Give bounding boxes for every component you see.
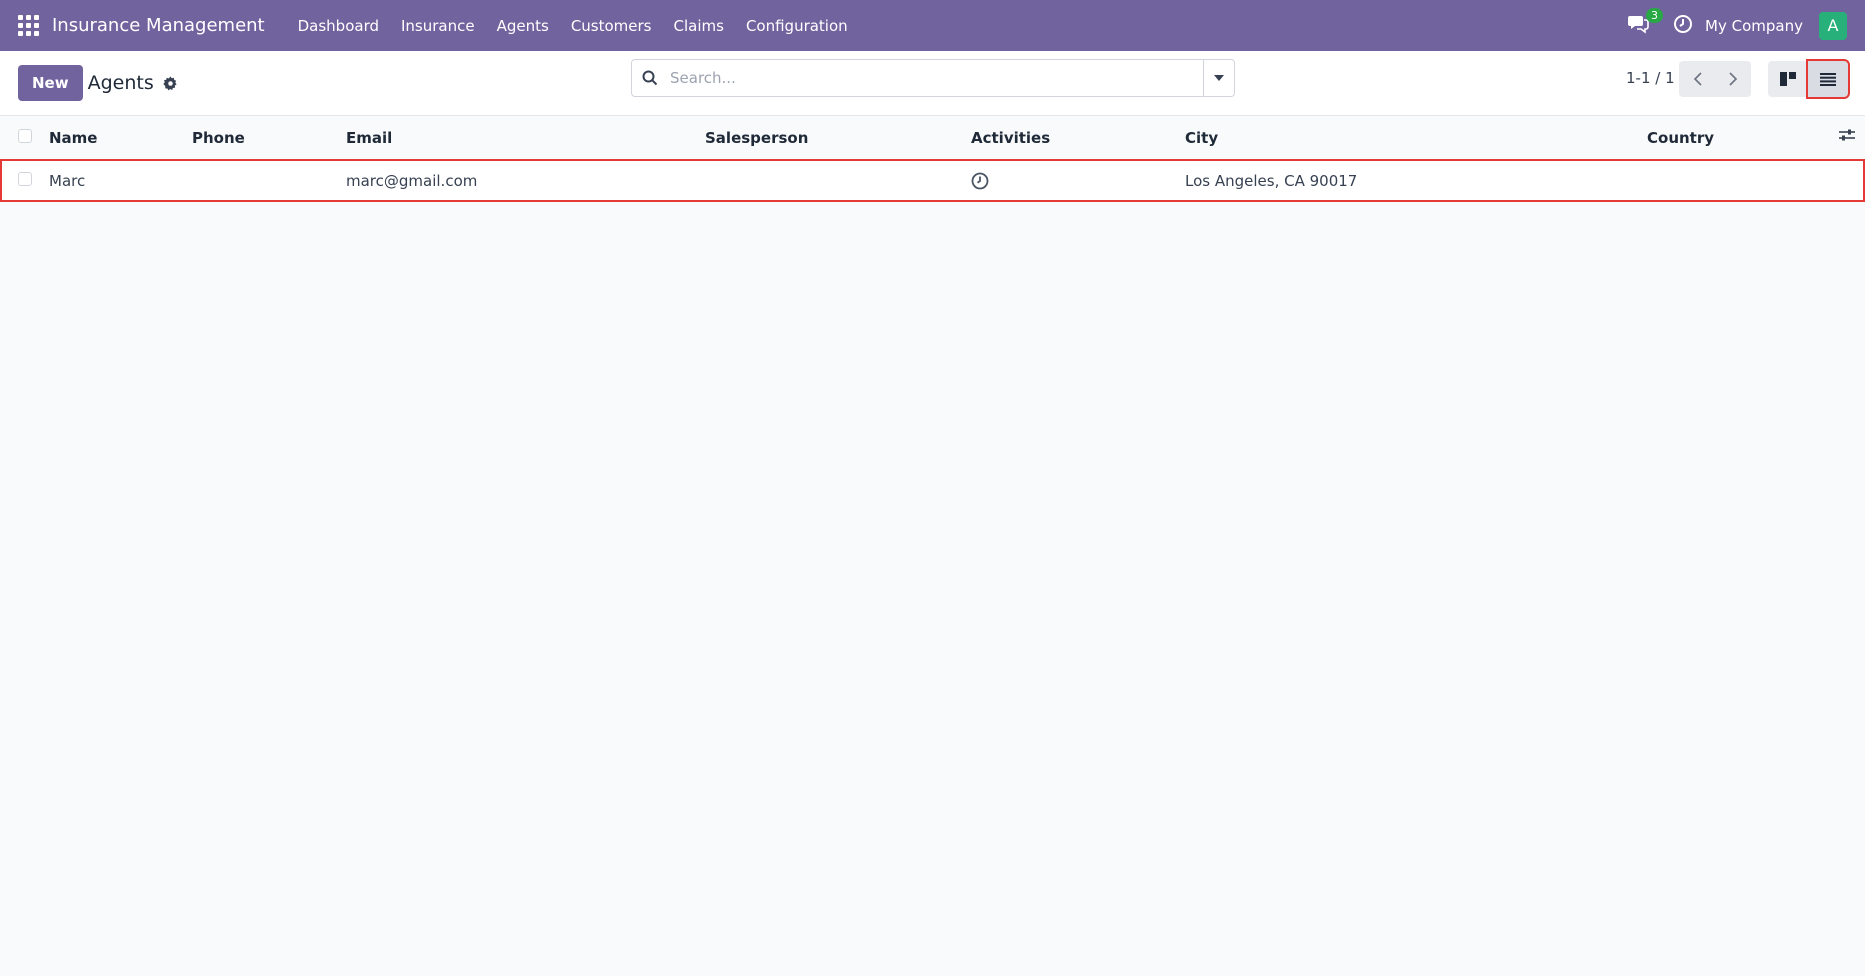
- menu-customers[interactable]: Customers: [560, 17, 663, 35]
- navbar-systray: 3 My Company A: [1627, 7, 1865, 40]
- cell-salesperson[interactable]: [705, 159, 971, 202]
- caret-down-icon: [1214, 75, 1224, 81]
- select-all-cell: [0, 116, 49, 159]
- column-header-email[interactable]: Email: [346, 116, 705, 159]
- clock-icon[interactable]: [971, 172, 989, 190]
- new-button[interactable]: New: [18, 65, 83, 101]
- pager-previous-button[interactable]: [1679, 61, 1715, 97]
- kanban-icon: [1780, 72, 1796, 86]
- row-select-cell: [0, 159, 49, 202]
- optional-columns-icon[interactable]: [1839, 128, 1855, 146]
- agents-list-table: Name Phone Email Salesperson Activities …: [0, 116, 1865, 202]
- search-icon: [642, 70, 658, 86]
- menu-claims[interactable]: Claims: [663, 17, 735, 35]
- pager-buttons: [1679, 61, 1751, 97]
- user-avatar[interactable]: A: [1819, 11, 1847, 40]
- table-row[interactable]: Marc marc@gmail.com Los Angeles, CA 9001…: [0, 159, 1865, 202]
- pager-value[interactable]: 1-1 / 1: [1626, 69, 1675, 87]
- search-input[interactable]: [658, 60, 1203, 96]
- kanban-view-button[interactable]: [1768, 61, 1808, 97]
- column-header-activities[interactable]: Activities: [971, 116, 1185, 159]
- list-icon: [1820, 72, 1836, 86]
- cell-phone[interactable]: [192, 159, 346, 202]
- cell-email[interactable]: marc@gmail.com: [346, 159, 705, 202]
- menu-configuration[interactable]: Configuration: [735, 17, 859, 35]
- cell-country[interactable]: [1647, 159, 1865, 202]
- search-options-toggle[interactable]: [1203, 60, 1234, 96]
- select-all-checkbox[interactable]: [18, 128, 32, 143]
- view-switcher: [1768, 59, 1850, 99]
- column-header-name[interactable]: Name: [49, 116, 192, 159]
- menu-dashboard[interactable]: Dashboard: [287, 17, 390, 35]
- clock-icon: [1674, 14, 1693, 33]
- menu-agents[interactable]: Agents: [486, 17, 560, 35]
- column-header-phone[interactable]: Phone: [192, 116, 346, 159]
- cell-activities: [971, 159, 1185, 202]
- messages-button[interactable]: 3: [1627, 7, 1664, 38]
- column-header-salesperson[interactable]: Salesperson: [705, 116, 971, 159]
- column-header-city[interactable]: City: [1185, 116, 1647, 159]
- table-header-row: Name Phone Email Salesperson Activities …: [0, 116, 1865, 159]
- chevron-left-icon: [1693, 72, 1702, 86]
- page-title: Agents: [87, 72, 154, 94]
- chat-count-badge: 3: [1646, 7, 1664, 23]
- top-navbar: Insurance Management Dashboard Insurance…: [0, 0, 1865, 51]
- chevron-right-icon: [1728, 72, 1737, 86]
- menu-insurance[interactable]: Insurance: [390, 17, 486, 35]
- row-checkbox[interactable]: [18, 171, 32, 186]
- cell-name[interactable]: Marc: [49, 159, 192, 202]
- apps-grid-icon[interactable]: [18, 14, 40, 37]
- main-menu: Dashboard Insurance Agents Customers Cla…: [287, 17, 859, 35]
- cell-city[interactable]: Los Angeles, CA 90017: [1185, 159, 1647, 202]
- gear-icon[interactable]: [163, 75, 178, 91]
- column-header-country[interactable]: Country: [1647, 129, 1714, 147]
- pager-next-button[interactable]: [1715, 61, 1751, 97]
- app-brand[interactable]: Insurance Management: [52, 15, 265, 36]
- column-header-country-cell: Country: [1647, 116, 1865, 159]
- list-view-button[interactable]: [1806, 59, 1850, 99]
- company-switcher[interactable]: My Company: [1705, 17, 1803, 35]
- search-bar: [631, 59, 1235, 97]
- control-panel: New Agents 1-1 / 1: [0, 51, 1865, 116]
- activities-button[interactable]: [1673, 14, 1693, 38]
